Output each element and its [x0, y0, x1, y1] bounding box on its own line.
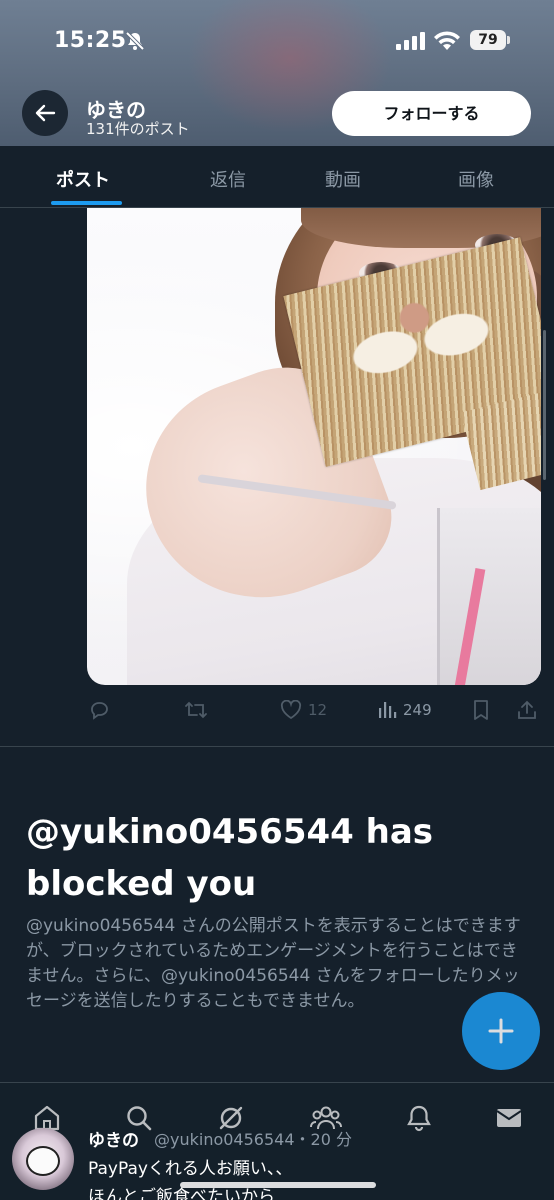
tab-videos[interactable]: 動画	[325, 166, 361, 192]
share-button[interactable]	[516, 698, 538, 722]
post-count: 131件のポスト	[86, 120, 190, 138]
post-author-name[interactable]: ゆきの	[88, 1126, 139, 1151]
reply-button[interactable]	[88, 698, 110, 722]
repost-button[interactable]	[184, 698, 208, 722]
like-count: 12	[308, 701, 328, 719]
reply-icon	[91, 702, 108, 720]
blocked-title: @yukino0456544 has blocked you	[26, 812, 434, 904]
post-image[interactable]	[87, 208, 541, 685]
avatar[interactable]	[12, 1128, 74, 1190]
repost-icon	[185, 701, 207, 719]
arrow-left-icon	[35, 104, 56, 122]
post-text-line: PayPayくれる人お願い、、	[88, 1159, 293, 1179]
bookmark-button[interactable]	[472, 698, 490, 722]
compose-post-button[interactable]	[462, 992, 540, 1070]
scrollbar[interactable]	[543, 330, 546, 480]
like-button[interactable]: 12	[280, 698, 327, 722]
tab-replies[interactable]: 返信	[210, 166, 246, 192]
views-icon	[379, 702, 397, 718]
profile-header: 15:25 79 ゆきの 131件のポスト フォローする	[0, 0, 554, 146]
plus-icon	[488, 1018, 514, 1044]
next-post-preview[interactable]: ゆきの @yukino0456544・20 分 PayPayくれる人お願い、、 …	[0, 1120, 554, 1200]
share-icon	[518, 700, 536, 719]
post-author-handle: @yukino0456544・20 分	[154, 1130, 352, 1149]
wifi-icon	[434, 31, 460, 50]
signal-icon	[396, 32, 425, 50]
tab-images[interactable]: 画像	[458, 166, 494, 192]
active-tab-indicator	[51, 201, 122, 205]
follow-button[interactable]: フォローする	[332, 91, 531, 136]
status-bar: 15:25 79	[0, 26, 554, 60]
battery-icon: 79	[470, 30, 510, 50]
views-button[interactable]: 249	[377, 698, 432, 722]
blocked-description: @yukino0456544 さんの公開ポストを表示することはできますが、ブロッ…	[26, 916, 521, 1011]
back-button[interactable]	[22, 90, 68, 136]
post-action-bar: 12 249	[0, 690, 554, 730]
home-indicator	[180, 1182, 376, 1188]
status-time: 15:25	[54, 28, 127, 53]
divider	[0, 746, 554, 747]
bell-off-icon	[125, 31, 145, 51]
view-count: 249	[403, 701, 432, 719]
like-icon	[280, 700, 302, 720]
tab-posts[interactable]: ポスト	[56, 166, 110, 192]
profile-tabs: ポスト 返信 動画 画像	[0, 146, 554, 208]
bookmark-icon	[474, 700, 488, 720]
